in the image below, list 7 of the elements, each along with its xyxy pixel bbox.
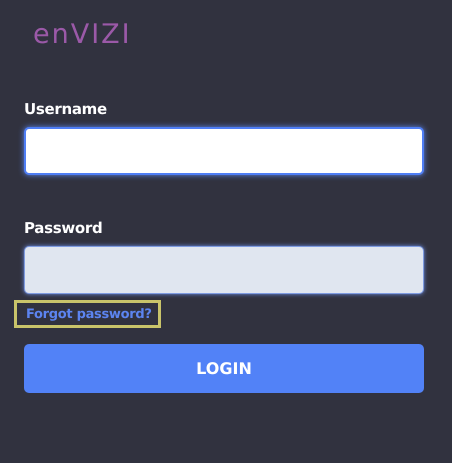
input-field[interactable] xyxy=(24,127,424,175)
logo: enVIZI xyxy=(33,18,133,52)
field-label: Password xyxy=(24,219,104,237)
input-field[interactable] xyxy=(24,246,424,294)
field-label: Username xyxy=(24,100,108,118)
login-button[interactable]: LOGIN xyxy=(24,344,424,393)
forgot-password-link[interactable]: Forgot password? xyxy=(14,300,161,328)
